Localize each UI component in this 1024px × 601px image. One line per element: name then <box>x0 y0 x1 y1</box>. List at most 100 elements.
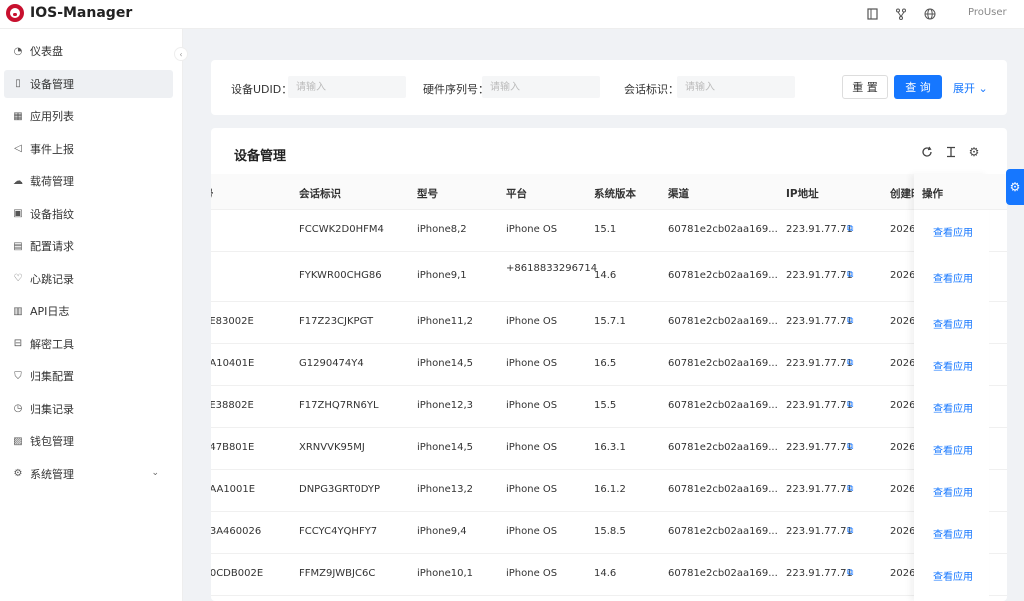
sidebar-item-4[interactable]: ☁ 载荷管理 <box>4 167 173 195</box>
view-apps-link[interactable]: 查看应用 <box>933 526 973 541</box>
view-apps-link[interactable]: 查看应用 <box>933 224 973 239</box>
reset-button[interactable]: 重 置 <box>842 75 888 99</box>
cell-model: iPhone14,5 <box>417 358 474 369</box>
copy-icon[interactable]: ⧉ <box>847 526 853 536</box>
view-apps-link[interactable]: 查看应用 <box>933 400 973 415</box>
sidebar-item-9[interactable]: ⊟ 解密工具 <box>4 330 173 358</box>
table-row[interactable]: A3A460026 FCCYC4YQHFY7 iPhone9,4 iPhone OS 1… <box>211 512 1007 554</box>
column-header: 会话标识 <box>299 188 341 200</box>
copy-icon[interactable]: ⧉ <box>847 400 853 410</box>
table-row[interactable]: 147B801E XRNVVK95MJ iPhone14,5 iPhone OS 16.… <box>211 428 1007 470</box>
sidebar-item-1[interactable]: ▯ 设备管理 <box>4 69 173 98</box>
copy-icon[interactable]: ⧉ <box>847 484 853 494</box>
copy-icon[interactable]: ⧉ <box>847 224 853 234</box>
sidebar-item-label: 设备管理 <box>30 77 74 91</box>
serial-input[interactable] <box>482 76 600 98</box>
table-row[interactable]: A0CDB002E FFMZ9JWBJC6C iPhone10,1 iPhone OS… <box>211 554 1007 596</box>
view-apps-link[interactable]: 查看应用 <box>933 270 973 285</box>
cell-os: 15.1 <box>594 224 617 235</box>
column-header: 号 <box>211 186 214 201</box>
cell-ip[interactable]: 223.91.77.71 <box>786 358 853 369</box>
table-row[interactable]: FCCWK2D0HFM4 iPhone8,2 iPhone OS 15.1 60781e… <box>211 210 1007 252</box>
cell-channel: 60781e2cb02aa169... <box>668 568 778 579</box>
sidebar-item-6[interactable]: ▤ 配置请求 <box>4 232 173 260</box>
table-row[interactable]: 0E83002E F17Z23CJKPGT iPhone11,2 iPhone OS 1… <box>211 302 1007 344</box>
cell-os: 14.6 <box>594 568 617 579</box>
copy-icon[interactable]: ⧉ <box>847 270 853 280</box>
cell-ip[interactable]: 223.91.77.71 <box>786 484 853 495</box>
cell-ip[interactable]: 223.91.77.71 <box>786 400 853 411</box>
query-button[interactable]: 查 询 <box>894 75 942 99</box>
sidebar-item-label: 仪表盘 <box>30 45 63 58</box>
cell-platform: iPhone OS <box>506 400 558 411</box>
sidebar-item-label: 配置请求 <box>30 240 74 253</box>
cell-ip[interactable]: 223.91.77.71 <box>786 316 853 327</box>
view-apps-link[interactable]: 查看应用 <box>933 358 973 373</box>
cell-os: 15.7.1 <box>594 316 626 327</box>
sidebar-item-10[interactable]: ⛉ 归集配置 <box>4 362 173 390</box>
sidebar-item-5[interactable]: ▣ 设备指纹 <box>4 200 173 228</box>
phone-icon: ▯ <box>15 78 21 89</box>
cell-ip[interactable]: 223.91.77.71 <box>786 224 853 235</box>
settings-icon[interactable]: ⚙ <box>967 145 981 159</box>
globe-icon[interactable] <box>923 7 937 21</box>
view-apps-link[interactable]: 查看应用 <box>933 316 973 331</box>
view-apps-link[interactable]: 查看应用 <box>933 484 973 499</box>
sidebar-item-label: 设备指纹 <box>30 207 74 221</box>
cell-os: 16.3.1 <box>594 442 626 453</box>
sidebar-item-2[interactable]: ▦ 应用列表 <box>4 102 173 130</box>
sidebar-item-0[interactable]: ◔ 仪表盘 <box>4 37 173 65</box>
table-row[interactable]: FYKWR00CHG86 iPhone9,1 +8618833296714 14.6 6… <box>211 252 1007 302</box>
book-icon[interactable] <box>865 7 879 21</box>
user-name[interactable]: ProUser <box>968 7 1007 18</box>
table-header: 号会话标识型号平台系统版本渠道IP地址创建时操作 <box>211 174 1007 210</box>
lock-icon: ⊟ <box>13 338 23 349</box>
floating-settings-tab[interactable]: ⚙ <box>1006 169 1024 205</box>
cell-ip[interactable]: 223.91.77.71 <box>786 568 853 579</box>
cell-id: A0CDB002E <box>211 568 264 579</box>
udid-input[interactable] <box>288 76 406 98</box>
expand-toggle[interactable]: 展开 ⌄ <box>953 80 988 96</box>
copy-icon[interactable]: ⧉ <box>847 316 853 326</box>
cell-session: DNPG3GRT0DYP <box>299 484 381 495</box>
sidebar-item-label: 解密工具 <box>30 337 74 351</box>
sidebar-item-8[interactable]: ▥ API日志 <box>4 297 173 325</box>
cell-model: iPhone10,1 <box>417 568 474 579</box>
sidebar-collapse-button[interactable]: ‹ <box>174 47 188 61</box>
gear-icon: ⚙ <box>13 468 23 479</box>
sidebar-item-11[interactable]: ◷ 归集记录 <box>4 395 173 423</box>
copy-icon[interactable]: ⧉ <box>847 568 853 578</box>
cell-os: 15.5 <box>594 400 617 411</box>
cell-platform: iPhone OS <box>506 568 558 579</box>
cell-channel: 60781e2cb02aa169... <box>668 316 778 327</box>
view-apps-link[interactable]: 查看应用 <box>933 568 973 583</box>
cell-ip[interactable]: 223.91.77.71 <box>786 526 853 537</box>
sidebar-item-3[interactable]: ◁ 事件上报 <box>4 135 173 163</box>
cell-model: iPhone9,1 <box>417 270 467 281</box>
table-row[interactable]: 0AA1001E DNPG3GRT0DYP iPhone13,2 iPhone OS 1… <box>211 470 1007 512</box>
sidebar-item-13[interactable]: ⚙ 系统管理 ⌄ <box>4 460 173 488</box>
cell-platform: iPhone OS <box>506 442 558 453</box>
cell-platform: iPhone OS <box>506 526 558 537</box>
sidebar-item-12[interactable]: ▨ 钱包管理 <box>4 427 173 455</box>
top-header: IOS-Manager ProUser <box>0 0 1024 29</box>
image-icon: ▣ <box>13 208 23 219</box>
column-height-icon[interactable] <box>944 145 958 159</box>
sidebar-item-label: 载荷管理 <box>30 175 74 188</box>
cell-channel: 60781e2cb02aa169... <box>668 224 778 235</box>
copy-icon[interactable]: ⧉ <box>847 442 853 452</box>
table-row[interactable]: 3A10401E G1290474Y4 iPhone14,5 iPhone OS 16.… <box>211 344 1007 386</box>
session-input[interactable] <box>677 76 795 98</box>
view-apps-link[interactable]: 查看应用 <box>933 442 973 457</box>
sidebar-item-7[interactable]: ♡ 心跳记录 <box>4 265 173 293</box>
cell-channel: 60781e2cb02aa169... <box>668 400 778 411</box>
chevron-down-icon: ⌄ <box>151 467 159 478</box>
table-row[interactable]: 0E38802E F17ZHQ7RN6YL iPhone12,3 iPhone OS 1… <box>211 386 1007 428</box>
copy-icon[interactable]: ⧉ <box>847 358 853 368</box>
cell-ip[interactable]: 223.91.77.71 <box>786 442 853 453</box>
cell-ip[interactable]: 223.91.77.71 <box>786 270 853 281</box>
cell-session: FFMZ9JWBJC6C <box>299 568 376 579</box>
refresh-icon[interactable] <box>920 145 934 159</box>
branch-icon[interactable] <box>894 7 908 21</box>
cell-id: 0E83002E <box>211 316 254 327</box>
